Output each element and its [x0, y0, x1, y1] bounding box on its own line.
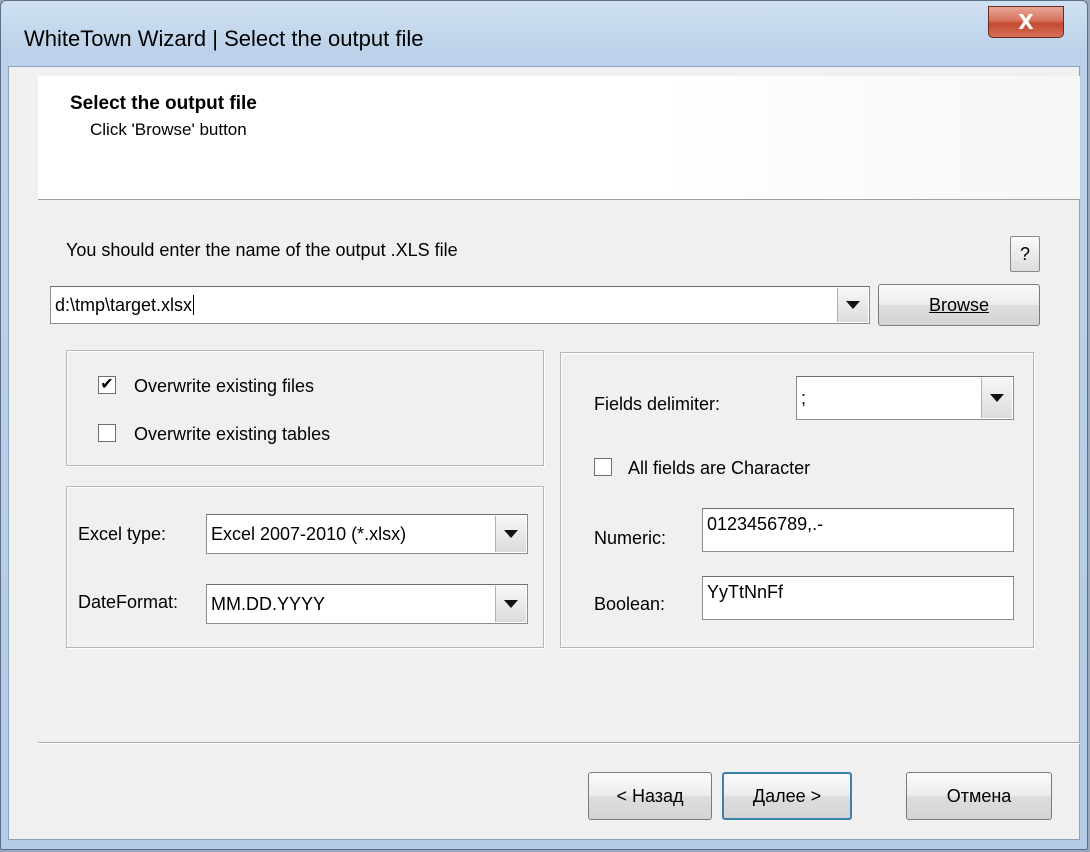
numeric-value: 0123456789,.- — [707, 514, 824, 534]
all-fields-character-label[interactable]: All fields are Character — [628, 458, 810, 479]
numeric-input[interactable]: 0123456789,.- — [702, 508, 1014, 552]
excel-type-value: Excel 2007-2010 (*.xlsx) — [211, 524, 407, 544]
next-label: Далее > — [752, 785, 822, 806]
chevron-down-icon — [504, 600, 518, 608]
excel-type-select[interactable]: Excel 2007-2010 (*.xlsx) — [206, 514, 528, 554]
fields-delimiter-label: Fields delimiter: — [594, 394, 721, 414]
cancel-label: Отмена — [946, 785, 1012, 806]
close-icon[interactable]: X — [1018, 10, 1033, 34]
chevron-down-icon — [504, 530, 518, 538]
dateformat-dropdown-button[interactable] — [495, 586, 526, 622]
numeric-label: Numeric: — [594, 528, 667, 548]
boolean-label: Boolean: — [594, 594, 666, 614]
window-title: WhiteTown Wizard | Select the output fil… — [24, 26, 424, 51]
chevron-down-icon — [846, 301, 860, 309]
help-button[interactable]: ? — [1010, 236, 1040, 272]
overwrite-group — [66, 350, 544, 466]
output-path-dropdown-button[interactable] — [837, 288, 868, 322]
overwrite-files-checkbox[interactable]: ✔ — [98, 376, 116, 394]
text-caret — [193, 295, 195, 315]
boolean-value: YyTtNnFf — [707, 582, 784, 602]
boolean-input[interactable]: YyTtNnFf — [702, 576, 1014, 620]
overwrite-files-label[interactable]: Overwrite existing files — [134, 376, 314, 397]
next-button[interactable]: Далее > — [722, 772, 852, 820]
excel-type-label: Excel type: — [78, 524, 167, 544]
cancel-button[interactable]: Отмена — [906, 772, 1052, 820]
all-fields-character-checkbox[interactable] — [594, 458, 612, 476]
chevron-down-icon — [990, 394, 1004, 402]
back-label: < Назад — [616, 785, 684, 806]
browse-button[interactable]: Browse — [878, 284, 1040, 326]
checkmark-icon: ✔ — [100, 376, 114, 393]
output-file-prompt: You should enter the name of the output … — [66, 240, 458, 260]
output-path-combobox[interactable]: d:\tmp\target.xlsx — [50, 286, 870, 324]
dateformat-label: DateFormat: — [78, 592, 179, 612]
page-title: Select the output file — [70, 93, 257, 114]
page-subtitle: Click 'Browse' button — [90, 120, 247, 139]
close-button[interactable]: X — [988, 6, 1064, 38]
overwrite-tables-checkbox[interactable] — [98, 424, 116, 442]
overwrite-tables-label[interactable]: Overwrite existing tables — [134, 424, 330, 445]
fields-delimiter-value: ; — [801, 388, 807, 408]
footer-divider — [38, 742, 1080, 744]
fields-delimiter-select[interactable]: ; — [796, 376, 1014, 420]
back-button[interactable]: < Назад — [588, 772, 712, 820]
excel-type-dropdown-button[interactable] — [495, 516, 526, 552]
dateformat-value: MM.DD.YYYY — [211, 594, 326, 614]
browse-label: Browse — [928, 294, 990, 315]
output-path-value[interactable]: d:\tmp\target.xlsx — [55, 296, 192, 314]
fields-delimiter-dropdown-button[interactable] — [981, 378, 1012, 418]
dateformat-select[interactable]: MM.DD.YYYY — [206, 584, 528, 624]
